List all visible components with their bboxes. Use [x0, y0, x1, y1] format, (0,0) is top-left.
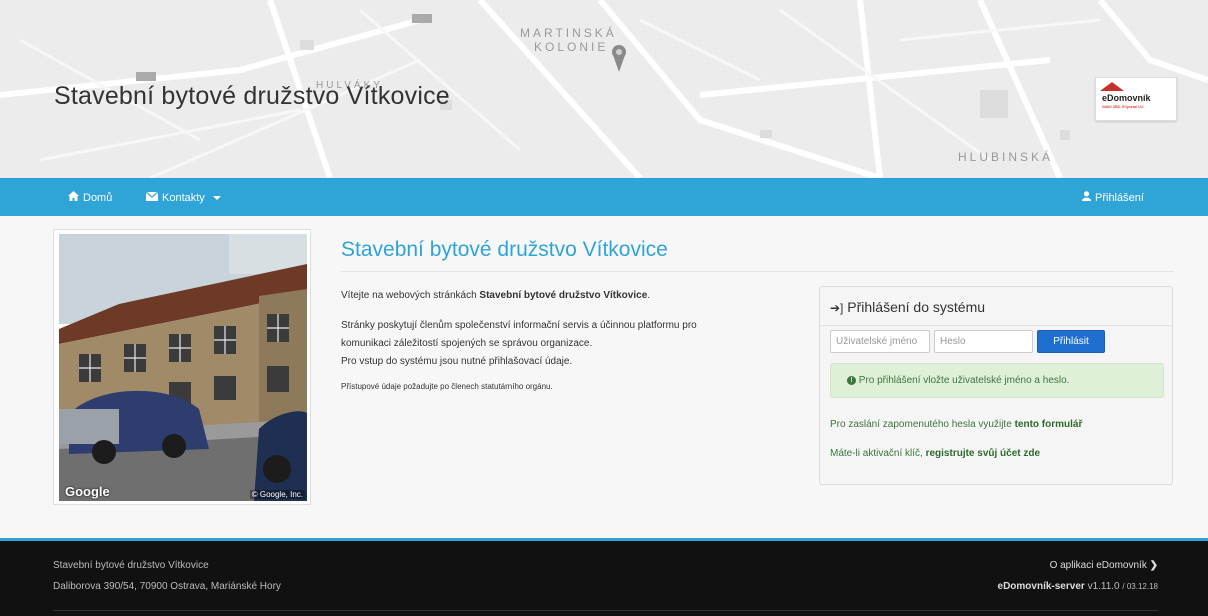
envelope-icon	[145, 179, 159, 217]
main-content: Google © Google, Inc. Stavební bytové dr…	[0, 216, 1208, 538]
activation-line: Máte-li aktivační klíč, registrujte svůj…	[830, 448, 1040, 459]
user-icon	[1082, 179, 1091, 217]
footer-org-name: Stavební bytové družstvo Vítkovice	[53, 560, 209, 571]
about-app-link[interactable]: O aplikaci eDomovník ❯	[1050, 560, 1158, 571]
password-input[interactable]: Heslo	[934, 330, 1033, 353]
building-photo-frame: Google © Google, Inc.	[53, 229, 311, 505]
welcome-text: Vítejte na webových stránkách Stavební b…	[341, 287, 650, 305]
photo-copyright: © Google, Inc.	[249, 490, 305, 499]
activation-prefix: Máte-li aktivační klíč,	[830, 448, 926, 459]
footer-address: Daliborova 390/54, 70900 Ostrava, Marián…	[53, 581, 281, 592]
login-heading-text: Přihlášení do systému	[847, 299, 986, 315]
about-app-label: O aplikaci eDomovník	[1049, 560, 1147, 571]
access-note: Přístupové údaje požadujte po členech st…	[341, 382, 553, 391]
nav-home[interactable]: Domů	[68, 179, 112, 217]
map-label: KOLONIE	[534, 40, 609, 54]
nav-login-label: Přihlášení	[1095, 192, 1144, 204]
divider	[341, 271, 1174, 272]
header-banner: MARTINSKÁ KOLONIE HULVÁKY HLUBINSKÁ Stav…	[0, 0, 1208, 178]
info-circle-icon: !	[847, 375, 856, 385]
login-heading: ➔] Přihlášení do systému	[830, 299, 985, 315]
register-account-link[interactable]: registrujte svůj účet zde	[926, 448, 1040, 459]
footer-version: eDomovník-server v1.11.0 / 03.12.18	[998, 581, 1158, 592]
welcome-suffix: .	[647, 290, 651, 301]
nav-home-label: Domů	[83, 192, 113, 204]
logo-name: eDomovník	[1102, 93, 1151, 103]
login-submit-button[interactable]: Přihlásit	[1037, 330, 1105, 353]
divider	[53, 610, 1158, 611]
forgot-prefix: Pro zaslání zapomenutého hesla využijte	[830, 419, 1015, 430]
home-icon	[68, 179, 79, 217]
footer: Stavební bytové družstvo Vítkovice Dalib…	[0, 538, 1208, 616]
nav-contacts-label: Kontakty	[162, 192, 205, 204]
server-name: eDomovník-server	[997, 581, 1085, 592]
google-watermark: Google	[65, 484, 110, 499]
building-photo[interactable]: Google © Google, Inc.	[59, 234, 307, 501]
main-navbar: Domů Kontakty Přihlášení	[0, 178, 1208, 217]
map-label: HLUBINSKÁ	[958, 150, 1054, 164]
chevron-down-icon	[212, 196, 221, 200]
intro-line-2: komunikaci záležitostí spojených se sprá…	[341, 338, 593, 349]
map-label: MARTINSKÁ	[520, 26, 617, 40]
divider	[820, 325, 1172, 326]
intro-line-1: Stránky poskytují členům společenství in…	[341, 320, 697, 331]
build-date: / 03.12.18	[1122, 582, 1158, 591]
forgot-password-line: Pro zaslání zapomenutého hesla využijte …	[830, 419, 1082, 430]
login-info-text: Pro přihlášení vložte uživatelské jméno …	[858, 375, 1070, 386]
welcome-prefix: Vítejte na webových stránkách	[341, 290, 480, 301]
house-roof-icon	[1100, 82, 1124, 91]
version-number: v1.11.0	[1087, 581, 1120, 592]
username-input[interactable]: Uživatelské jméno	[830, 330, 930, 353]
welcome-org-name: Stavební bytové družstvo Vítkovice	[479, 290, 648, 301]
edomovnik-logo[interactable]: eDomovník WAM 3BD SSportal UX	[1095, 77, 1177, 121]
intro-paragraph: Stránky poskytují členům společenství in…	[341, 317, 697, 371]
forgot-password-link[interactable]: tento formulář	[1015, 419, 1083, 430]
intro-line-3: Pro vstup do systému jsou nutné přihlašo…	[341, 356, 573, 367]
nav-contacts-dropdown[interactable]: Kontakty	[145, 179, 221, 217]
site-title[interactable]: Stavební bytové družstvo Vítkovice	[54, 82, 450, 111]
login-panel: ➔] Přihlášení do systému Uživatelské jmé…	[819, 286, 1173, 485]
chevron-right-icon: ❯	[1149, 560, 1158, 571]
login-info-alert: ! Pro přihlášení vložte uživatelské jmén…	[830, 363, 1164, 398]
page-title: Stavební bytové družstvo Vítkovice	[341, 238, 668, 261]
logo-subtitle: WAM 3BD SSportal UX	[1102, 104, 1144, 109]
sign-in-icon: ➔]	[830, 301, 844, 315]
nav-login[interactable]: Přihlášení	[1082, 179, 1144, 217]
